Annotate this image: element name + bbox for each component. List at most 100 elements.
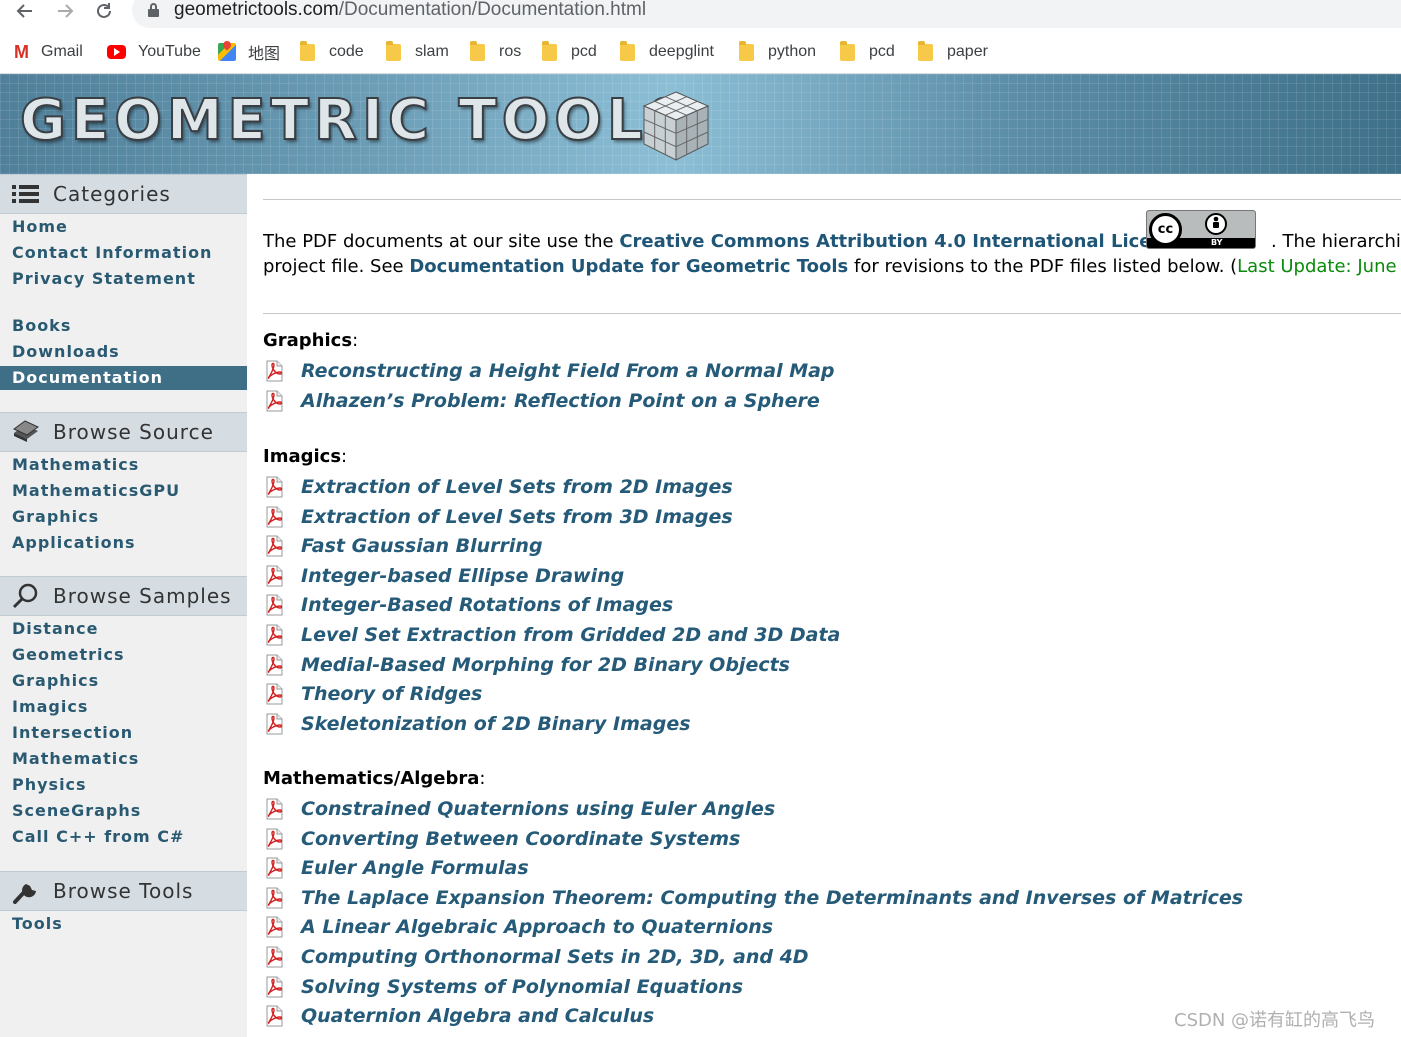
folder-icon xyxy=(620,40,635,61)
document-list-item: Euler Angle Formulas xyxy=(263,855,529,881)
sidebar-link-samples-geometrics[interactable]: Geometrics xyxy=(0,643,247,667)
document-link[interactable]: Reconstructing a Height Field From a Nor… xyxy=(301,360,835,382)
sidebar-link-source-graphics[interactable]: Graphics xyxy=(0,505,247,529)
forward-button[interactable] xyxy=(52,0,78,24)
document-link[interactable]: Theory of Ridges xyxy=(301,683,482,705)
sidebar-link-home[interactable]: Home xyxy=(0,215,247,239)
divider xyxy=(263,199,1401,200)
document-link[interactable]: Quaternion Algebra and Calculus xyxy=(301,1005,654,1027)
sidebar-link-downloads[interactable]: Downloads xyxy=(0,340,247,364)
browse-tools-title: Browse Tools xyxy=(53,879,194,903)
pdf-icon xyxy=(263,476,285,498)
bookmark-code[interactable]: code xyxy=(300,40,364,63)
document-link[interactable]: Integer-based Ellipse Drawing xyxy=(301,565,624,587)
reload-button[interactable] xyxy=(91,0,117,24)
bookmark-slam[interactable]: slam xyxy=(386,40,449,63)
pdf-icon xyxy=(263,713,285,735)
bookmark-ros[interactable]: ros xyxy=(470,40,521,63)
document-list-item: Integer-Based Rotations of Images xyxy=(263,592,673,618)
document-list-item: Reconstructing a Height Field From a Nor… xyxy=(263,358,835,384)
sidebar-link-tools[interactable]: Tools xyxy=(0,912,247,936)
document-list-item: Quaternion Algebra and Calculus xyxy=(263,1003,654,1029)
bookmark-gmail[interactable]: M Gmail xyxy=(14,41,83,63)
document-list-item: Solving Systems of Polynomial Equations xyxy=(263,974,743,1000)
folder-icon xyxy=(739,40,754,61)
search-icon xyxy=(12,583,38,609)
document-link[interactable]: Euler Angle Formulas xyxy=(301,857,529,879)
document-link[interactable]: The Laplace Expansion Theorem: Computing… xyxy=(301,887,1243,909)
pdf-icon xyxy=(263,828,285,850)
document-link[interactable]: Level Set Extraction from Gridded 2D and… xyxy=(301,624,840,646)
document-list-item: Skeletonization of 2D Binary Images xyxy=(263,711,691,737)
document-link[interactable]: A Linear Algebraic Approach to Quaternio… xyxy=(301,916,773,938)
pdf-icon xyxy=(263,565,285,587)
pdf-icon xyxy=(263,654,285,676)
bookmark-paper[interactable]: paper xyxy=(918,40,988,63)
sidebar-link-samples-call-cpp[interactable]: Call C++ from C# xyxy=(0,825,247,849)
document-list-item: Fast Gaussian Blurring xyxy=(263,533,543,559)
sidebar-link-documentation[interactable]: Documentation xyxy=(0,366,247,390)
sidebar-link-samples-mathematics[interactable]: Mathematics xyxy=(0,747,247,771)
license-text-line-1-suffix: . The hierarchica xyxy=(1271,231,1401,252)
pdf-icon xyxy=(263,798,285,820)
pdf-icon xyxy=(263,535,285,557)
sidebar-link-privacy[interactable]: Privacy Statement xyxy=(0,267,247,291)
browse-source-title: Browse Source xyxy=(53,420,214,444)
bookmarks-bar: M Gmail YouTube 地图 code slam ros pcd deep… xyxy=(0,30,1401,74)
address-bar: geometrictools.com/Documentation/Documen… xyxy=(0,0,1401,30)
cc-icon: cc xyxy=(1149,213,1182,246)
document-link[interactable]: Extraction of Level Sets from 2D Images xyxy=(301,476,733,498)
cc-by-badge[interactable]: cc BY xyxy=(1146,210,1256,249)
site-logo-text[interactable]: GEOMETRIC TOOLS xyxy=(19,87,693,154)
document-link[interactable]: Computing Orthonormal Sets in 2D, 3D, an… xyxy=(301,946,809,968)
sidebar-link-source-mathematicsgpu[interactable]: MathematicsGPU xyxy=(0,479,247,503)
sidebar-link-books[interactable]: Books xyxy=(0,314,247,338)
browse-source-header: Browse Source xyxy=(0,412,247,452)
document-link[interactable]: Solving Systems of Polynomial Equations xyxy=(301,976,743,998)
sidebar-link-samples-graphics[interactable]: Graphics xyxy=(0,669,247,693)
sidebar-link-samples-distance[interactable]: Distance xyxy=(0,617,247,641)
section-heading: Imagics: xyxy=(263,446,348,467)
back-button[interactable] xyxy=(12,0,38,24)
document-list-item: Constrained Quaternions using Euler Angl… xyxy=(263,796,775,822)
sidebar-link-source-applications[interactable]: Applications xyxy=(0,531,247,555)
document-link[interactable]: Skeletonization of 2D Binary Images xyxy=(301,713,691,735)
bookmark-pcd[interactable]: pcd xyxy=(542,40,597,63)
document-link[interactable]: Constrained Quaternions using Euler Angl… xyxy=(301,798,775,820)
license-text-line-2: project file. See Documentation Update f… xyxy=(263,256,1401,277)
sidebar-link-samples-physics[interactable]: Physics xyxy=(0,773,247,797)
bookmark-youtube[interactable]: YouTube xyxy=(107,41,201,63)
bookmark-pcd-2[interactable]: pcd xyxy=(840,40,895,63)
pdf-icon xyxy=(263,1005,285,1027)
sidebar: Categories Home Contact Information Priv… xyxy=(0,174,247,1037)
documentation-update-link[interactable]: Documentation Update for Geometric Tools xyxy=(409,256,848,277)
arrow-left-icon xyxy=(16,4,32,18)
bookmark-maps[interactable]: 地图 xyxy=(218,41,280,63)
sidebar-link-samples-scenegraphs[interactable]: SceneGraphs xyxy=(0,799,247,823)
bookmark-deepglint[interactable]: deepglint xyxy=(620,40,714,63)
cc-license-link[interactable]: Creative Commons Attribution 4.0 Interna… xyxy=(619,231,1187,252)
url-text[interactable]: geometrictools.com/Documentation/Documen… xyxy=(174,0,646,21)
pdf-icon xyxy=(263,360,285,382)
arrow-right-icon xyxy=(58,4,74,18)
sidebar-link-contact[interactable]: Contact Information xyxy=(0,241,247,265)
browse-tools-header: Browse Tools xyxy=(0,871,247,911)
document-link[interactable]: Integer-Based Rotations of Images xyxy=(301,594,673,616)
document-link[interactable]: Medial-Based Morphing for 2D Binary Obje… xyxy=(301,654,790,676)
pdf-icon xyxy=(263,594,285,616)
lock-icon xyxy=(148,3,159,17)
document-link[interactable]: Alhazen’s Problem: Reflection Point on a… xyxy=(301,390,820,412)
document-link[interactable]: Converting Between Coordinate Systems xyxy=(301,828,740,850)
document-link[interactable]: Fast Gaussian Blurring xyxy=(301,535,543,557)
gmail-icon: M xyxy=(14,41,29,62)
browse-samples-header: Browse Samples xyxy=(0,576,247,616)
document-link[interactable]: Extraction of Level Sets from 3D Images xyxy=(301,506,733,528)
bookmark-python[interactable]: python xyxy=(739,40,816,63)
pdf-icon xyxy=(263,390,285,412)
document-list-item: Computing Orthonormal Sets in 2D, 3D, an… xyxy=(263,944,809,970)
sidebar-link-source-mathematics[interactable]: Mathematics xyxy=(0,453,247,477)
sidebar-link-samples-imagics[interactable]: Imagics xyxy=(0,695,247,719)
wrench-icon xyxy=(13,884,36,904)
sidebar-link-samples-intersection[interactable]: Intersection xyxy=(0,721,247,745)
maps-icon xyxy=(218,43,236,61)
